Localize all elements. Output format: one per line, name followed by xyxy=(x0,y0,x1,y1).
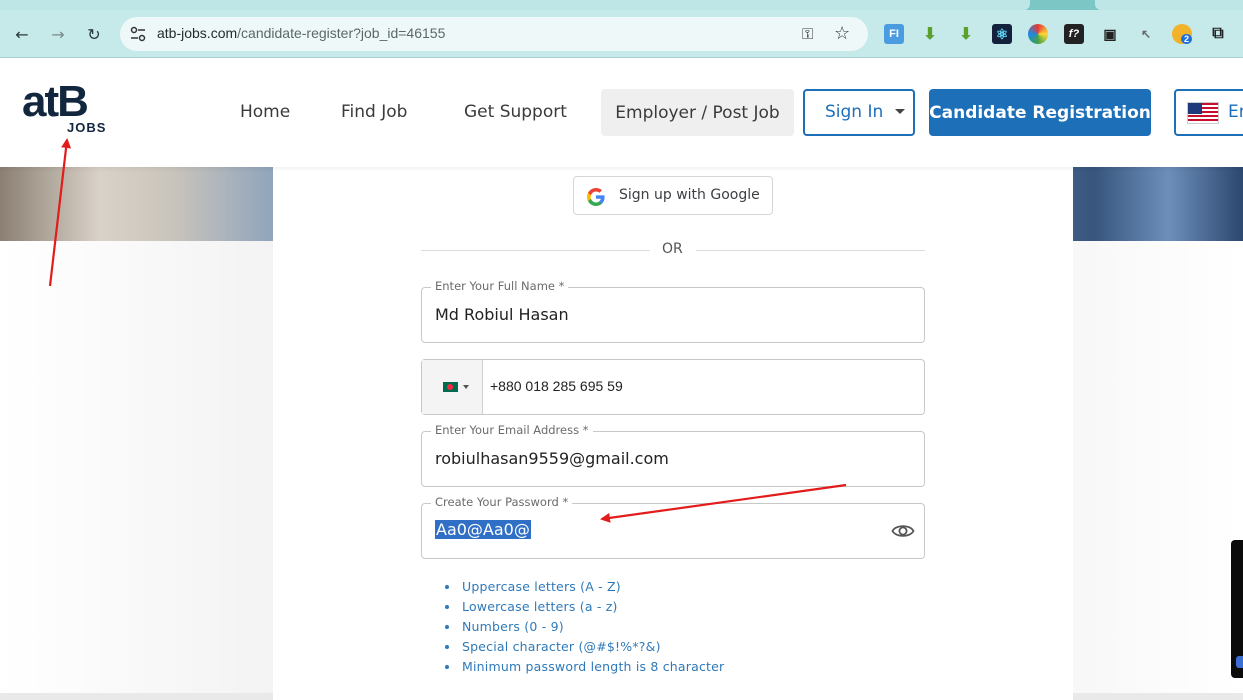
browser-tab[interactable] xyxy=(1095,0,1243,10)
language-label: En xyxy=(1228,102,1243,122)
forward-arrow-icon[interactable]: → xyxy=(46,22,70,46)
nav-home[interactable]: Home xyxy=(240,102,290,122)
divider xyxy=(421,250,650,251)
employer-post-job-button[interactable]: Employer / Post Job xyxy=(601,89,794,136)
sign-in-label: Sign In xyxy=(825,102,884,122)
bookmark-star-icon[interactable]: ☆ xyxy=(834,23,850,44)
phone-value[interactable]: +880 018 285 695 59 xyxy=(490,378,623,394)
notification-icon[interactable]: 2 xyxy=(1172,24,1193,44)
full-name-value[interactable]: Md Robiul Hasan xyxy=(435,305,569,324)
puzzle-icon[interactable]: ⧉ xyxy=(1208,24,1228,44)
language-selector[interactable]: En xyxy=(1174,89,1243,136)
divider xyxy=(696,250,925,251)
password-rule: Uppercase letters (A - Z) xyxy=(445,577,724,597)
notification-badge: 2 xyxy=(1181,34,1193,44)
address-bar[interactable]: atb-jobs.com/candidate-register?job_id=4… xyxy=(120,17,868,51)
key-icon[interactable]: ⚿ xyxy=(802,25,813,43)
password-rule: Minimum password length is 8 character xyxy=(445,657,724,677)
logo-main-text: atB xyxy=(22,77,89,126)
email-label: Enter Your Email Address * xyxy=(431,423,593,437)
chevron-down-icon xyxy=(463,385,469,389)
react-icon[interactable]: ⚛ xyxy=(992,24,1012,44)
password-rule: Special character (@#$!%*?&) xyxy=(445,637,724,657)
download-arrow-icon[interactable]: ⬇ xyxy=(920,24,940,44)
site-settings-icon[interactable] xyxy=(129,25,147,43)
sign-in-button[interactable]: Sign In xyxy=(803,89,915,136)
download-arrow-icon[interactable]: ⬇ xyxy=(956,24,976,44)
full-name-field[interactable]: Enter Your Full Name * Md Robiul Hasan xyxy=(421,279,925,343)
google-signup-label: Sign up with Google xyxy=(619,187,760,203)
floating-side-widget[interactable] xyxy=(1231,540,1243,678)
phone-field[interactable]: +880 018 285 695 59 xyxy=(421,359,925,415)
candidate-registration-button[interactable]: Candidate Registration xyxy=(929,89,1151,136)
password-field[interactable]: Create Your Password * Aa0@Aa0@ xyxy=(421,495,925,559)
pointer-icon[interactable]: ↖ xyxy=(1136,24,1156,44)
reload-icon[interactable]: ↻ xyxy=(82,22,106,46)
fi-extension-icon[interactable]: FI xyxy=(884,24,904,44)
password-value[interactable]: Aa0@Aa0@ xyxy=(435,520,531,539)
atb-jobs-logo[interactable]: atB JOBS xyxy=(22,80,114,140)
browser-toolbar: ← → ↻ atb-jobs.com/candidate-register?jo… xyxy=(0,10,1243,58)
us-flag-icon xyxy=(1187,102,1219,124)
font-icon[interactable]: f? xyxy=(1064,24,1084,44)
bangladesh-flag-icon xyxy=(443,382,458,392)
full-name-label: Enter Your Full Name * xyxy=(431,279,569,293)
password-rule: Numbers (0 - 9) xyxy=(445,617,724,637)
browser-tab-strip xyxy=(0,0,1243,10)
eye-icon[interactable] xyxy=(891,521,915,541)
browser-tab[interactable] xyxy=(0,0,1030,10)
registration-form-card: Sign up with Google OR Enter Your Full N… xyxy=(273,167,1073,700)
nav-get-support[interactable]: Get Support xyxy=(464,102,567,122)
nav-find-job[interactable]: Find Job xyxy=(341,102,407,122)
logo-sub-text: JOBS xyxy=(67,120,107,135)
email-value[interactable]: robiulhasan9559@gmail.com xyxy=(435,449,669,468)
chevron-down-icon[interactable] xyxy=(895,109,905,114)
password-rules-list: Uppercase letters (A - Z) Lowercase lett… xyxy=(445,577,724,677)
url-text: atb-jobs.com/candidate-register?job_id=4… xyxy=(157,25,445,41)
or-text: OR xyxy=(662,241,683,257)
url-host: atb-jobs.com xyxy=(157,25,238,41)
site-header: atB JOBS Home Find Job Get Support Emplo… xyxy=(0,58,1243,167)
google-icon xyxy=(587,188,605,206)
url-path: /candidate-register?job_id=46155 xyxy=(237,25,446,41)
back-arrow-icon[interactable]: ← xyxy=(10,22,34,46)
email-field[interactable]: Enter Your Email Address * robiulhasan95… xyxy=(421,423,925,487)
country-code-selector[interactable] xyxy=(422,360,483,414)
password-rule: Lowercase letters (a - z) xyxy=(445,597,724,617)
google-signup-button[interactable]: Sign up with Google xyxy=(573,176,773,215)
password-label: Create Your Password * xyxy=(431,495,573,509)
picture-in-picture-icon[interactable]: ▣ xyxy=(1100,24,1120,44)
color-wheel-icon[interactable] xyxy=(1028,24,1048,44)
